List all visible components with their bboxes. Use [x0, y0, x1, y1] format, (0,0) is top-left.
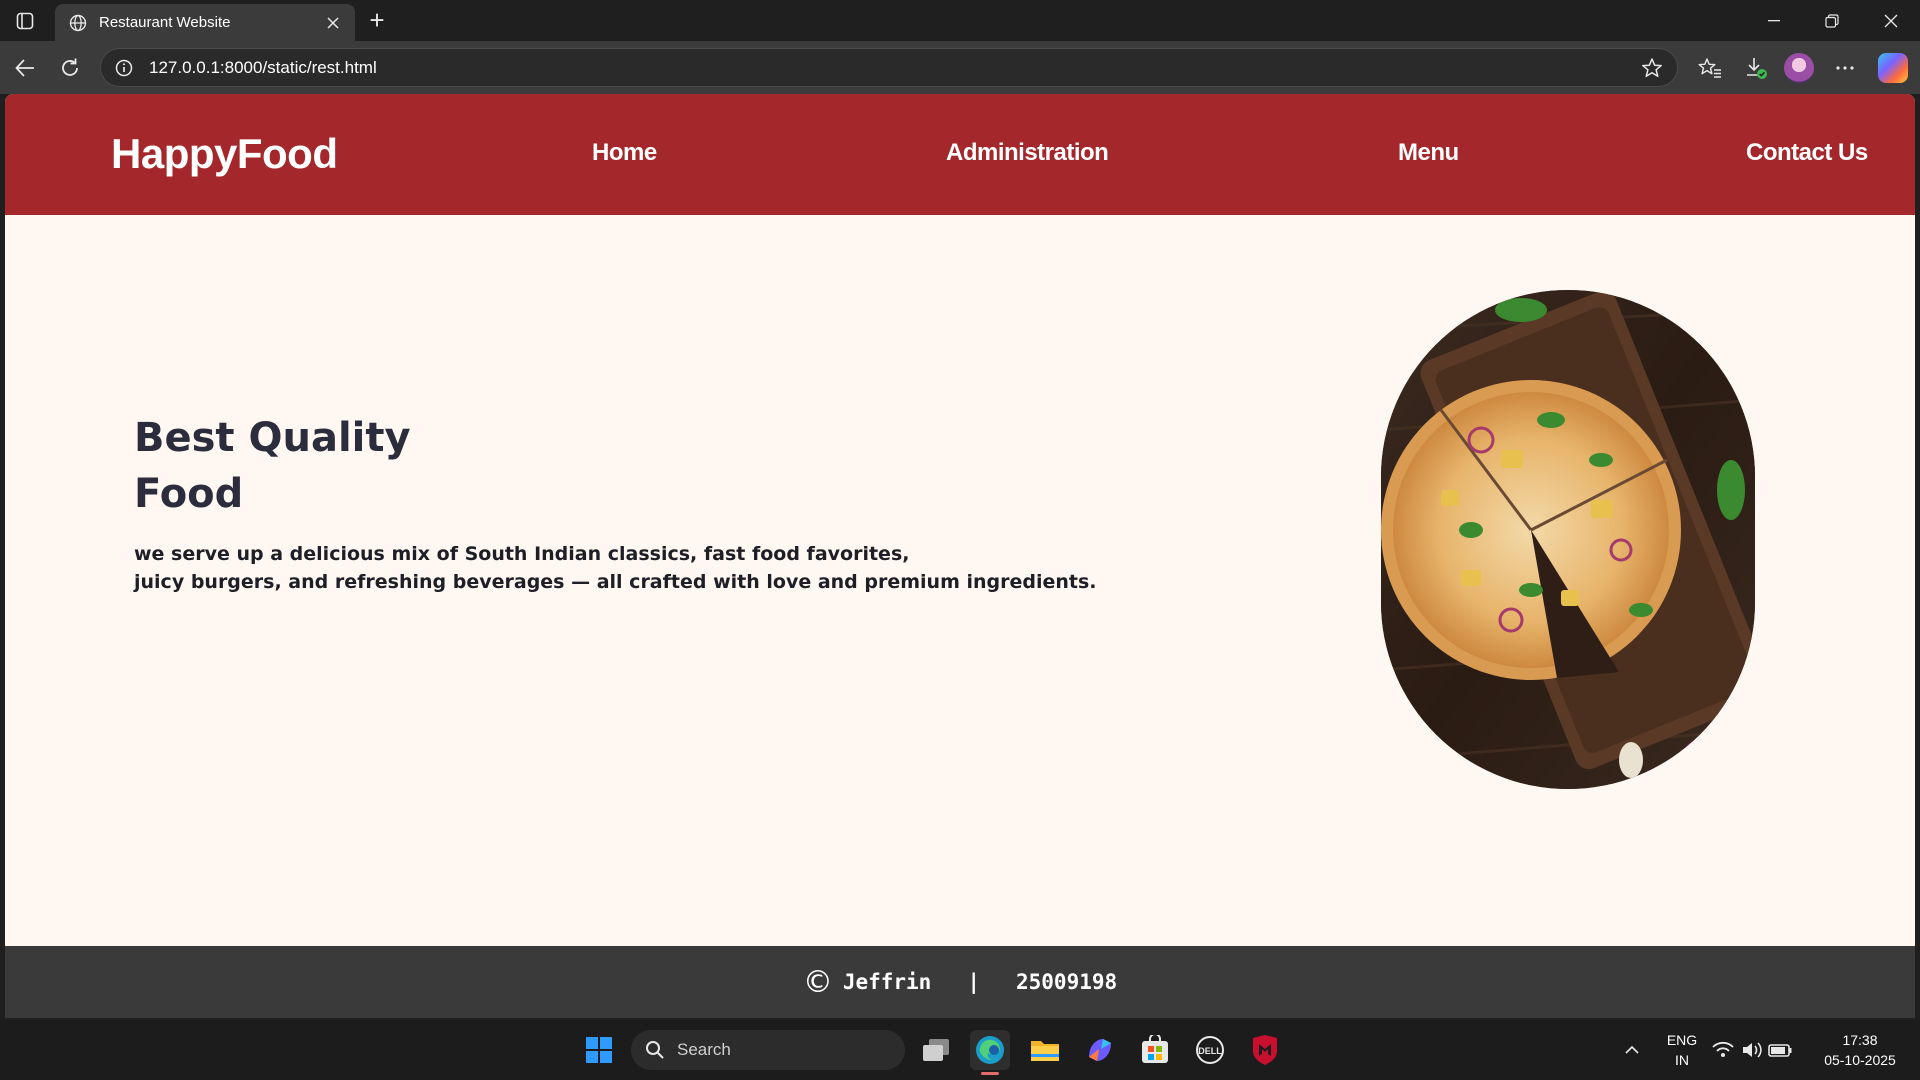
copilot-icon[interactable]: [1878, 53, 1908, 83]
copyright-icon: ©: [802, 964, 833, 1000]
favorite-star-icon[interactable]: [1637, 53, 1667, 83]
show-hidden-icons-chevron-icon[interactable]: [1612, 1030, 1652, 1070]
taskbar-search-placeholder: Search: [677, 1040, 731, 1059]
minimize-icon[interactable]: [1745, 0, 1803, 41]
site-footer: © Jeffrin | 25009198: [5, 946, 1915, 1018]
more-options-icon[interactable]: [1828, 51, 1862, 85]
mcafee-icon[interactable]: [1245, 1030, 1285, 1070]
clock[interactable]: 17:38 05-10-2025: [1810, 1030, 1910, 1070]
dell-icon[interactable]: DELL: [1190, 1030, 1230, 1070]
back-icon[interactable]: [8, 51, 42, 85]
hero-description-line2: juicy burgers, and refreshing beverages …: [134, 571, 1097, 593]
footer-separator: |: [967, 970, 980, 994]
clock-date: 05-10-2025: [1824, 1052, 1896, 1068]
svg-text:DELL: DELL: [1198, 1046, 1222, 1056]
copilot-app-icon[interactable]: [1080, 1030, 1120, 1070]
wifi-icon: [1712, 1041, 1734, 1057]
hero-title-line1: Best Quality: [134, 415, 411, 461]
language-line2: IN: [1675, 1052, 1689, 1068]
favorites-icon[interactable]: [1693, 51, 1727, 85]
downloads-icon[interactable]: [1739, 51, 1773, 85]
new-tab-button[interactable]: +: [363, 7, 391, 34]
pizza-image: [1381, 290, 1755, 789]
task-view-icon[interactable]: [916, 1030, 956, 1070]
nav-contact-us[interactable]: Contact Us: [1746, 139, 1868, 167]
close-tab-icon[interactable]: [323, 13, 343, 33]
clock-time: 17:38: [1842, 1032, 1878, 1048]
url-text: 127.0.0.1:8000/static/rest.html: [149, 57, 377, 77]
system-tray-status[interactable]: [1708, 1030, 1798, 1070]
nav-administration[interactable]: Administration: [946, 139, 1109, 167]
page-viewport: HappyFood Home Administration Menu Conta…: [5, 94, 1915, 1018]
language-indicator[interactable]: ENG IN: [1660, 1030, 1704, 1070]
windows-start-icon[interactable]: [579, 1030, 619, 1070]
hero-title: Best Quality Food: [134, 410, 411, 522]
restore-icon[interactable]: [1803, 0, 1861, 41]
address-bar[interactable]: 127.0.0.1:8000/static/rest.html: [100, 48, 1678, 87]
nav-menu[interactable]: Menu: [1398, 139, 1459, 167]
search-icon: [645, 1040, 665, 1060]
nav-home[interactable]: Home: [592, 139, 657, 167]
browser-tab[interactable]: Restaurant Website: [55, 4, 355, 41]
footer-name: Jeffrin: [842, 970, 932, 994]
hero-title-line2: Food: [134, 471, 244, 517]
active-app-indicator: [981, 1072, 999, 1075]
close-window-icon[interactable]: [1862, 0, 1920, 41]
taskbar: Search DELL ENG IN 17:38 05-10-2025: [0, 1020, 1920, 1080]
edge-icon[interactable]: [970, 1030, 1010, 1070]
refresh-icon[interactable]: [53, 51, 87, 85]
profile-avatar-icon[interactable]: [1784, 53, 1814, 83]
site-navbar: HappyFood Home Administration Menu Conta…: [5, 94, 1915, 215]
taskbar-search[interactable]: Search: [631, 1030, 905, 1070]
brand-logo[interactable]: HappyFood: [111, 130, 338, 178]
tab-title: Restaurant Website: [99, 14, 231, 31]
hero-description: we serve up a delicious mix of South Ind…: [134, 540, 1097, 596]
microsoft-store-icon[interactable]: [1135, 1030, 1175, 1070]
footer-id: 25009198: [1016, 970, 1118, 994]
language-line1: ENG: [1666, 1032, 1698, 1048]
hero-description-line1: we serve up a delicious mix of South Ind…: [134, 543, 910, 565]
globe-icon: [67, 12, 89, 34]
browser-tab-bar: Restaurant Website +: [0, 0, 1920, 41]
volume-icon: [1743, 1042, 1762, 1058]
file-explorer-icon[interactable]: [1025, 1030, 1065, 1070]
tab-actions-icon[interactable]: [10, 9, 40, 33]
browser-toolbar: 127.0.0.1:8000/static/rest.html: [0, 41, 1920, 94]
battery-icon: [1768, 1044, 1792, 1057]
site-info-icon[interactable]: [113, 57, 135, 79]
